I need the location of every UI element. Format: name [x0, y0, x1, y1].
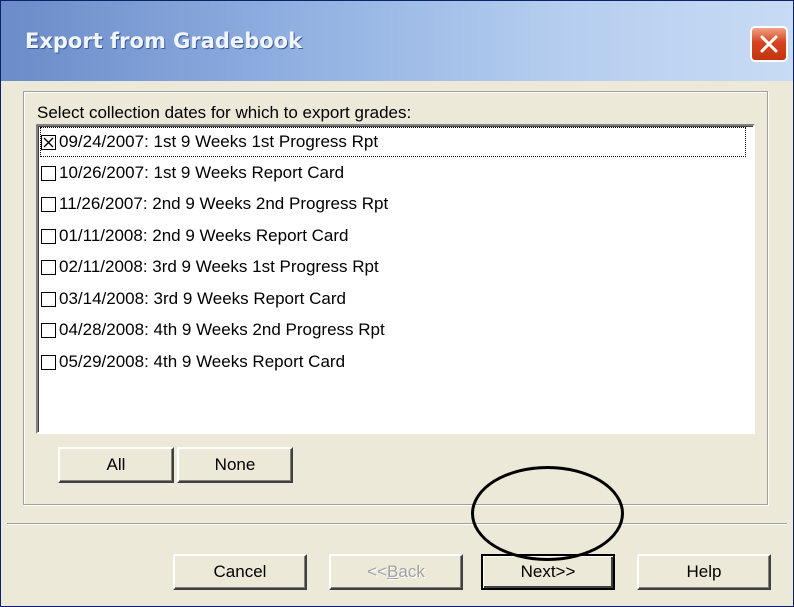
close-icon [760, 35, 778, 53]
button-bar-separator [7, 523, 787, 525]
back-prefix: << [367, 562, 388, 581]
list-item[interactable]: 04/28/2008: 4th 9 Weeks 2nd Progress Rpt [40, 315, 746, 345]
next-button[interactable]: Next>> [481, 554, 615, 590]
dialog-title: Export from Gradebook [25, 29, 303, 53]
title-bar[interactable]: Export from Gradebook [1, 1, 793, 81]
list-item[interactable]: 09/24/2007: 1st 9 Weeks 1st Progress Rpt [40, 127, 746, 157]
list-item[interactable]: 03/14/2008: 3rd 9 Weeks Report Card [40, 284, 746, 314]
checkbox[interactable] [41, 291, 56, 307]
select-none-button[interactable]: None [177, 447, 293, 483]
list-item-label: 09/24/2007: 1st 9 Weeks 1st Progress Rpt [59, 132, 379, 151]
list-item-label: 05/29/2008: 4th 9 Weeks Report Card [59, 352, 346, 371]
collection-dates-label: Select collection dates for which to exp… [37, 103, 412, 122]
collection-dates-group: Select collection dates for which to exp… [23, 91, 768, 505]
list-item[interactable]: 01/11/2008: 2nd 9 Weeks Report Card [40, 221, 746, 251]
checkbox[interactable] [41, 259, 56, 275]
back-button[interactable]: << Back [329, 554, 463, 590]
list-item[interactable]: 02/11/2008: 3rd 9 Weeks 1st Progress Rpt [40, 252, 746, 282]
list-item-label: 11/26/2007: 2nd 9 Weeks 2nd Progress Rpt [59, 194, 389, 213]
close-button[interactable] [750, 26, 788, 62]
list-item-label: 04/28/2008: 4th 9 Weeks 2nd Progress Rpt [59, 320, 385, 339]
checkbox[interactable] [41, 322, 56, 338]
collection-dates-list[interactable]: 09/24/2007: 1st 9 Weeks 1st Progress Rpt… [36, 124, 755, 434]
list-item-label: 02/11/2008: 3rd 9 Weeks 1st Progress Rpt [59, 257, 379, 276]
list-item-label: 03/14/2008: 3rd 9 Weeks Report Card [59, 289, 346, 308]
checkbox[interactable] [41, 134, 56, 150]
dialog-body: Select collection dates for which to exp… [1, 81, 793, 606]
help-button[interactable]: Help [637, 554, 771, 590]
select-all-button[interactable]: All [58, 447, 174, 483]
checkbox[interactable] [41, 165, 56, 181]
cancel-button[interactable]: Cancel [173, 554, 307, 590]
check-x-icon [43, 137, 54, 147]
list-item[interactable]: 05/29/2008: 4th 9 Weeks Report Card [40, 347, 746, 377]
export-dialog: Export from Gradebook Select collection … [0, 0, 794, 607]
checkbox[interactable] [41, 196, 56, 212]
list-item-label: 10/26/2007: 1st 9 Weeks Report Card [59, 163, 345, 182]
back-access-key: B [387, 562, 399, 581]
back-rest: ack [398, 562, 425, 581]
list-item-label: 01/11/2008: 2nd 9 Weeks Report Card [59, 226, 349, 245]
checkbox[interactable] [41, 228, 56, 244]
list-item[interactable]: 10/26/2007: 1st 9 Weeks Report Card [40, 158, 746, 188]
checkbox[interactable] [41, 354, 56, 370]
list-item[interactable]: 11/26/2007: 2nd 9 Weeks 2nd Progress Rpt [40, 189, 746, 219]
